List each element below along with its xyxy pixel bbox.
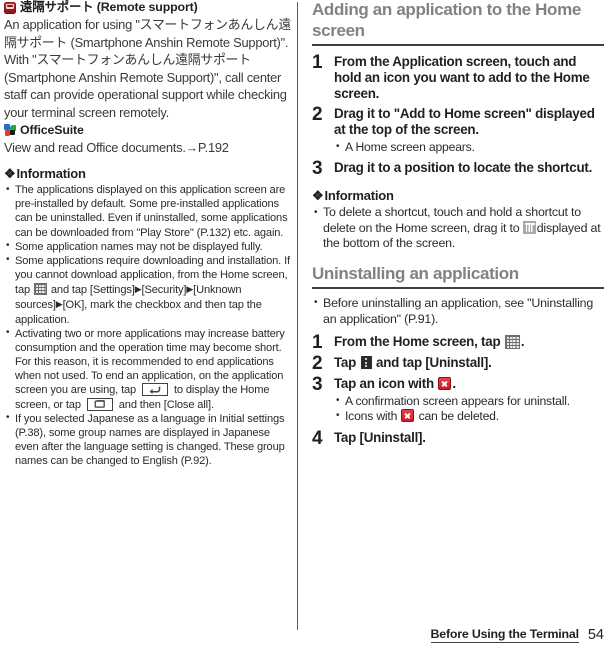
officesuite-app-icon	[4, 124, 16, 137]
step-sub-bullets: A confirmation screen appears for uninst…	[334, 393, 604, 425]
bullet-text: and tap [Settings]	[47, 284, 135, 297]
chevron-right-icon: ▶	[55, 299, 63, 310]
app-name: 遠隔サポート (Remote support)	[20, 0, 198, 14]
bullet-text: can be deleted.	[415, 408, 500, 423]
section-heading-uninstall-application: Uninstalling an application	[312, 263, 519, 283]
step-item: 1 From the Application screen, touch and…	[312, 53, 604, 103]
step-item: 4 Tap [Uninstall].	[312, 429, 604, 448]
list-item: Some application names may not be displa…	[4, 239, 294, 254]
page-ref-arrow: →	[185, 140, 199, 155]
footer-chapter-title: Before Using the Terminal	[430, 627, 579, 643]
step-text: From the Home screen, tap .	[334, 334, 604, 350]
delete-x-icon	[401, 408, 415, 422]
step-text-part: Tap an icon with	[334, 376, 438, 392]
information-heading-right: ❖Information	[312, 188, 604, 204]
step-text: Tap an icon with .	[334, 376, 604, 392]
column-divider	[297, 2, 298, 630]
list-item: Before uninstalling an application, see …	[312, 295, 604, 327]
uninstall-lead-bullets: Before uninstalling an application, see …	[312, 295, 604, 327]
step-number: 3	[312, 374, 323, 396]
list-item: A confirmation screen appears for uninst…	[334, 393, 604, 409]
list-item: If you selected Japanese as a language i…	[4, 411, 294, 469]
section-heading-add-application: Adding an application to the Home screen	[312, 0, 581, 40]
bullet-text: Icons with	[345, 408, 401, 423]
bullet-text: If you selected Japanese as a language i…	[15, 412, 285, 468]
information-heading-left: ❖Information	[4, 166, 294, 182]
step-number: 4	[312, 428, 323, 450]
step-item: 2 Tap and tap [Uninstall].	[312, 354, 604, 373]
step-text-part: and tap [Uninstall].	[372, 355, 492, 371]
list-item: Some applications require downloading an…	[4, 253, 294, 327]
app-entry-remote-support: 遠隔サポート (Remote support) An application f…	[4, 0, 294, 122]
list-item: A Home screen appears.	[334, 139, 604, 155]
bullet-text: [Security]	[141, 284, 187, 297]
step-number: 1	[312, 51, 323, 73]
back-key-icon	[142, 383, 169, 397]
app-description: An application for using "スマートフォンあんしん遠隔サ…	[4, 17, 291, 120]
delete-x-icon	[438, 377, 452, 391]
app-description-row: View and read Office documents.→P.192	[4, 139, 294, 158]
diamond-icon: ❖	[4, 166, 16, 182]
step-item: 2 Drag it to "Add to Home screen" displa…	[312, 105, 604, 155]
overflow-menu-icon	[360, 356, 372, 370]
step-number: 2	[312, 103, 323, 125]
list-item: To delete a shortcut, touch and hold a s…	[312, 205, 604, 252]
step-text: Drag it to "Add to Home screen" displaye…	[334, 105, 595, 138]
step-item: 3 Drag it to a position to locate the sh…	[312, 159, 604, 178]
step-text-part: .	[452, 376, 456, 392]
list-item: Icons with can be deleted.	[334, 408, 604, 424]
app-entry-officesuite: OfficeSuite View and read Office documen…	[4, 123, 294, 158]
step-text: Tap and tap [Uninstall].	[334, 355, 604, 371]
chevron-right-icon: ▶	[134, 284, 142, 295]
diamond-icon: ❖	[312, 188, 324, 204]
step-text-part: .	[520, 334, 525, 350]
app-name: OfficeSuite	[20, 122, 84, 137]
section-rule	[312, 287, 604, 289]
recent-apps-key-icon	[86, 397, 113, 411]
app-description: View and read Office documents.	[4, 139, 186, 155]
list-item: Activating two or more applications may …	[4, 326, 294, 412]
step-number: 2	[312, 353, 323, 375]
remote-support-app-icon	[4, 1, 16, 14]
step-item: 3 Tap an icon with . A confirmation scre…	[312, 375, 604, 424]
page-footer: Before Using the Terminal 54	[430, 626, 604, 643]
step-text: Drag it to a position to locate the shor…	[334, 160, 593, 176]
step-text: Tap [Uninstall].	[334, 430, 426, 446]
page-ref: P.192	[197, 139, 229, 155]
app-title-row: 遠隔サポート (Remote support)	[4, 0, 294, 15]
information-heading-text: Information	[16, 166, 86, 182]
information-heading-text: Information	[324, 188, 394, 204]
section-rule	[312, 44, 604, 46]
step-item: 1 From the Home screen, tap .	[312, 333, 604, 352]
step-text-part: Tap	[334, 355, 360, 371]
right-column: Adding an application to the Home screen…	[312, 0, 604, 648]
footer-page-number: 54	[587, 626, 604, 643]
information-bullet-list-right: To delete a shortcut, touch and hold a s…	[312, 205, 604, 252]
step-number: 1	[312, 332, 323, 354]
manual-page: 遠隔サポート (Remote support) An application f…	[0, 0, 609, 648]
trash-icon	[523, 220, 537, 234]
bullet-text: Some application names may not be displa…	[15, 240, 263, 253]
app-title-row: OfficeSuite	[4, 123, 294, 138]
app-drawer-grid-icon	[33, 283, 47, 296]
information-bullet-list-left: The applications displayed on this appli…	[4, 183, 294, 468]
step-text: From the Application screen, touch and h…	[334, 53, 590, 102]
step-sub-bullets: A Home screen appears.	[334, 139, 604, 155]
app-drawer-grid-icon	[504, 335, 520, 350]
left-column: 遠隔サポート (Remote support) An application f…	[4, 0, 294, 648]
bullet-text: and then [Close all].	[115, 398, 214, 411]
step-text-part: From the Home screen, tap	[334, 334, 504, 350]
list-item: The applications displayed on this appli…	[4, 183, 294, 240]
bullet-text: A confirmation screen appears for uninst…	[345, 393, 570, 408]
step-number: 3	[312, 158, 323, 180]
bullet-text: The applications displayed on this appli…	[15, 184, 288, 239]
